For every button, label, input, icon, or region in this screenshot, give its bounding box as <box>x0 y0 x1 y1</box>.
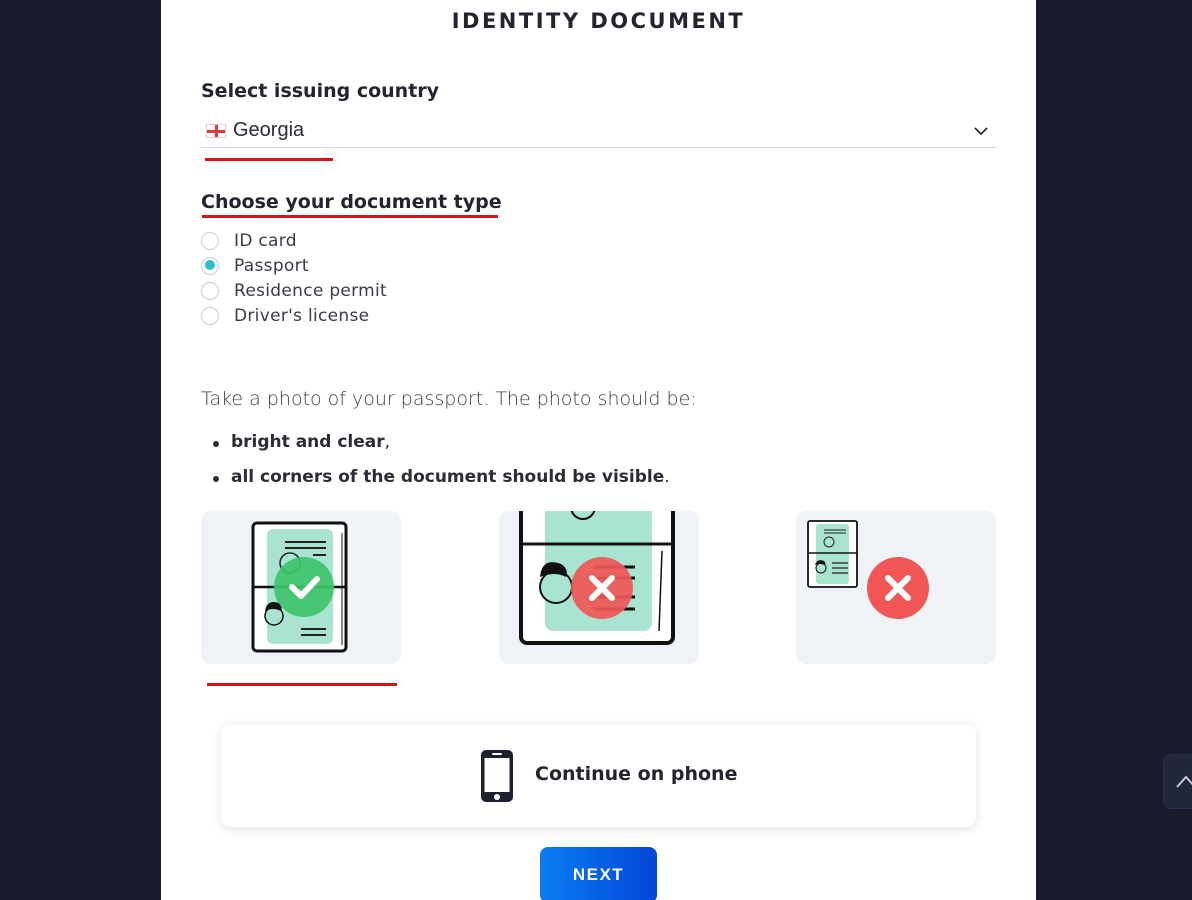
photo-requirements-list: bright and clear, all corners of the doc… <box>213 432 670 502</box>
document-type-highlight-underline <box>202 215 498 218</box>
requirement-suffix: , <box>384 432 391 452</box>
passport-too-close-illustration <box>519 511 675 645</box>
photo-instructions: Take a photo of your passport. The photo… <box>201 388 697 410</box>
requirement-text: all corners of the document should be vi… <box>231 467 665 487</box>
identity-document-panel: IDENTITY DOCUMENT Select issuing country… <box>161 0 1036 900</box>
next-button[interactable]: NEXT <box>540 847 657 900</box>
country-highlight-underline <box>205 158 333 161</box>
continue-on-phone-button[interactable]: Continue on phone <box>221 724 976 827</box>
continue-on-phone-label: Continue on phone <box>535 763 738 785</box>
radio-option-passport[interactable]: Passport <box>201 253 387 278</box>
radio-option-residence-permit[interactable]: Residence permit <box>201 278 387 303</box>
smartphone-icon <box>481 750 513 802</box>
radio-button[interactable] <box>201 231 219 250</box>
chevron-down-icon <box>974 127 988 136</box>
radio-button[interactable] <box>201 281 219 300</box>
radio-option-drivers-license[interactable]: Driver's license <box>201 303 387 328</box>
page-title: IDENTITY DOCUMENT <box>451 9 746 33</box>
passport-too-far-illustration <box>807 520 929 619</box>
document-type-label: Choose your document type <box>201 191 502 213</box>
requirement-item: all corners of the document should be vi… <box>213 467 670 502</box>
georgia-flag-icon <box>206 124 226 138</box>
chevron-up-icon <box>1176 775 1192 788</box>
sample-too-close-passport <box>499 511 699 664</box>
radio-label: Residence permit <box>234 280 388 301</box>
radio-button-checked[interactable] <box>201 256 219 275</box>
requirement-text: bright and clear <box>231 432 385 452</box>
country-select[interactable]: Georgia <box>201 116 996 148</box>
correct-sample-underline <box>207 683 397 686</box>
requirement-item: bright and clear, <box>213 432 670 467</box>
radio-option-id-card[interactable]: ID card <box>201 228 387 253</box>
requirement-suffix: . <box>664 467 670 487</box>
passport-correct-illustration <box>251 521 348 653</box>
scroll-to-top-button[interactable] <box>1163 754 1192 809</box>
country-label: Select issuing country <box>201 80 440 102</box>
radio-label: ID card <box>234 230 297 251</box>
document-type-radio-group: ID card Passport Residence permit Driver… <box>201 228 387 328</box>
radio-button[interactable] <box>201 306 219 325</box>
radio-label: Passport <box>234 255 309 276</box>
country-value: Georgia <box>233 119 305 141</box>
radio-label: Driver's license <box>234 305 370 326</box>
sample-correct-passport <box>201 511 401 664</box>
check-badge <box>274 557 334 617</box>
sample-too-far-passport <box>796 511 996 664</box>
